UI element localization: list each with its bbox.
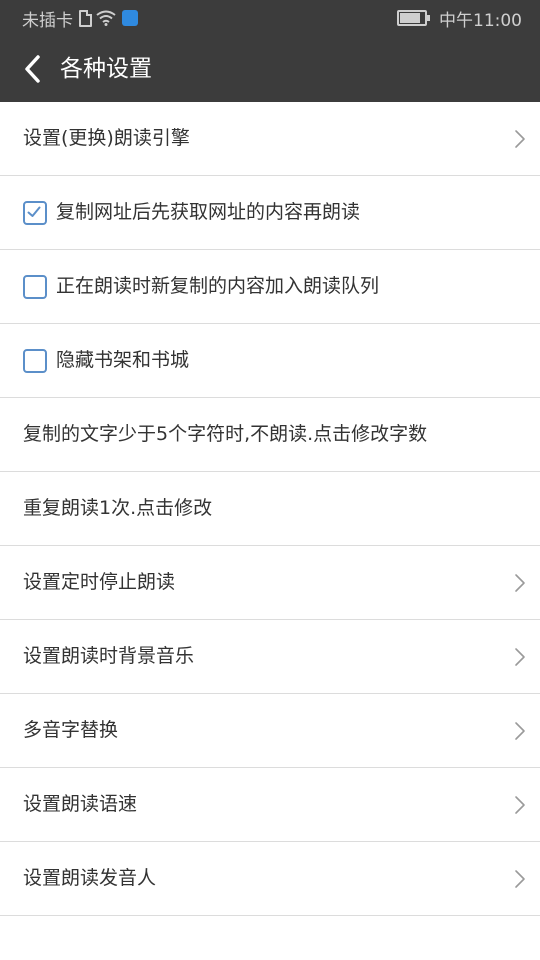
- settings-row[interactable]: 重复朗读1次.点击修改: [0, 472, 540, 546]
- settings-row[interactable]: 设置定时停止朗读: [0, 546, 540, 620]
- status-bar: 未插卡 中午11:00: [0, 0, 540, 36]
- chevron-left-icon: [25, 55, 40, 83]
- clock-text: 中午11:00: [439, 10, 522, 31]
- page-title: 各种设置: [60, 56, 152, 82]
- settings-row-label: 重复朗读1次.点击修改: [23, 497, 213, 519]
- battery-icon: [397, 10, 430, 26]
- settings-row[interactable]: 正在朗读时新复制的内容加入朗读队列: [0, 250, 540, 324]
- carrier-text: 未插卡: [22, 10, 73, 31]
- settings-row-label: 复制网址后先获取网址的内容再朗读: [56, 201, 361, 223]
- chevron-right-icon: [515, 870, 525, 888]
- chevron-right-icon: [515, 796, 525, 814]
- settings-row[interactable]: 复制网址后先获取网址的内容再朗读: [0, 176, 540, 250]
- settings-row-label: 正在朗读时新复制的内容加入朗读队列: [56, 275, 380, 297]
- checkmark-icon: [27, 206, 41, 217]
- settings-row[interactable]: 多音字替换: [0, 694, 540, 768]
- settings-row[interactable]: 设置朗读语速: [0, 768, 540, 842]
- settings-row[interactable]: 复制的文字少于5个字符时,不朗读.点击修改字数: [0, 398, 540, 472]
- status-right: 中午11:00: [397, 0, 522, 36]
- app-notification-icon: [122, 10, 138, 26]
- checkbox[interactable]: [23, 275, 47, 299]
- settings-row[interactable]: 设置(更换)朗读引擎: [0, 102, 540, 176]
- checkbox[interactable]: [23, 349, 47, 373]
- status-left: 未插卡: [22, 0, 138, 36]
- settings-row[interactable]: 隐藏书架和书城: [0, 324, 540, 398]
- chevron-right-icon: [515, 648, 525, 666]
- settings-row-label: 设置朗读语速: [23, 793, 138, 815]
- chevron-right-icon: [515, 574, 525, 592]
- settings-list: 设置(更换)朗读引擎复制网址后先获取网址的内容再朗读 正在朗读时新复制的内容加入朗…: [0, 102, 540, 916]
- chevron-right-icon: [515, 722, 525, 740]
- sim-icon: [79, 9, 92, 27]
- settings-row-label: 多音字替换: [23, 719, 119, 741]
- settings-row[interactable]: 设置朗读发音人: [0, 842, 540, 916]
- back-button[interactable]: [14, 48, 50, 90]
- settings-row-label: 隐藏书架和书城: [56, 349, 190, 371]
- battery-fill: [400, 13, 421, 23]
- settings-row-label: 设置朗读时背景音乐: [23, 645, 195, 667]
- checkbox[interactable]: [23, 201, 47, 225]
- settings-row-label: 设置朗读发音人: [23, 867, 157, 889]
- settings-row-label: 设置(更换)朗读引擎: [23, 127, 190, 149]
- app-bar: 各种设置: [0, 36, 540, 102]
- wifi-icon: [96, 10, 116, 26]
- chevron-right-icon: [515, 130, 525, 148]
- settings-row[interactable]: 设置朗读时背景音乐: [0, 620, 540, 694]
- settings-row-label: 复制的文字少于5个字符时,不朗读.点击修改字数: [23, 423, 428, 445]
- settings-row-label: 设置定时停止朗读: [23, 571, 176, 593]
